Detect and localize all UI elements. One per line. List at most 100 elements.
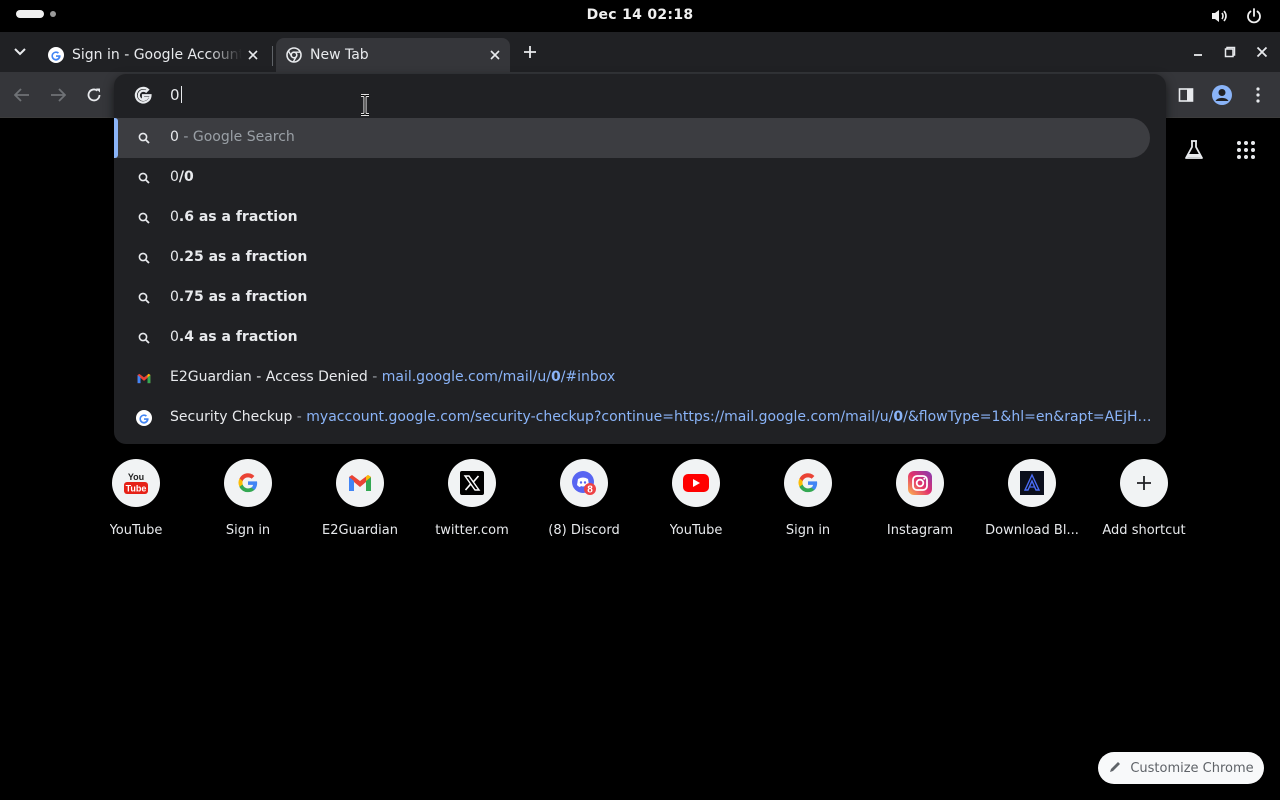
customize-chrome-label: Customize Chrome <box>1130 760 1254 776</box>
customize-chrome-button[interactable]: Customize Chrome <box>1098 752 1264 784</box>
tab-title: Sign in - Google Accounts <box>72 47 242 63</box>
tab-sign-in[interactable]: Sign in - Google Accounts <box>38 38 268 72</box>
omnibox-suggestion[interactable]: 0.25 as a fraction <box>114 238 1150 278</box>
omnibox-suggestion[interactable]: 0/0 <box>114 158 1150 198</box>
shortcut-youtube[interactable]: You Tube YouTube <box>80 456 192 538</box>
suggestion-separator: - <box>367 369 382 385</box>
omnibox-text[interactable]: 0 <box>170 86 180 104</box>
google-g-icon <box>784 459 832 507</box>
suggestion-typed: 0 <box>170 289 179 305</box>
gmail-icon <box>336 459 384 507</box>
text-caret <box>180 86 182 103</box>
volume-icon[interactable] <box>1210 6 1230 26</box>
suggestion-typed: 0 <box>170 169 179 185</box>
notification-badge: 8 <box>587 485 593 496</box>
tab-strip: Sign in - Google Accounts New Tab <box>0 32 1280 72</box>
omnibox-popup: 0 0 - Google Search 0/0 0.6 as a fractio… <box>114 74 1166 444</box>
download-app-icon <box>1008 459 1056 507</box>
x-icon <box>448 459 496 507</box>
power-icon[interactable] <box>1244 6 1264 26</box>
discord-icon: 8 <box>560 459 608 507</box>
close-tab-icon[interactable] <box>486 46 504 64</box>
omnibox-suggestion[interactable]: 0.6 as a fraction <box>114 198 1150 238</box>
shortcut-sign-in[interactable]: Sign in <box>192 456 304 538</box>
forward-icon[interactable] <box>46 83 70 107</box>
add-shortcut-button[interactable]: Add shortcut <box>1088 456 1200 538</box>
shortcut-download[interactable]: Download Bl... <box>976 456 1088 538</box>
google-g-icon <box>48 47 64 63</box>
google-g-icon <box>134 86 152 104</box>
profile-avatar-icon[interactable] <box>1210 82 1234 108</box>
kebab-menu-icon[interactable] <box>1246 82 1270 108</box>
shortcut-instagram[interactable]: Instagram <box>864 456 976 538</box>
reload-icon[interactable] <box>82 83 106 107</box>
search-icon <box>136 210 152 226</box>
shortcut-label: Instagram <box>886 523 954 538</box>
tab-title: New Tab <box>310 47 369 63</box>
omnibox-suggestion[interactable]: 0 - Google Search <box>114 118 1150 158</box>
suggestion-query: 0 <box>170 129 179 145</box>
suggestion-separator: - <box>292 409 307 425</box>
suggestion-typed: 0 <box>170 209 179 225</box>
shortcut-twitter[interactable]: twitter.com <box>416 456 528 538</box>
gmail-icon <box>136 370 152 386</box>
plus-icon <box>524 46 536 58</box>
omnibox-suggestion[interactable]: 0.75 as a fraction <box>114 278 1150 318</box>
shortcut-label: Sign in <box>225 523 271 538</box>
side-panel-icon[interactable] <box>1174 82 1198 108</box>
youtube-classic-icon: You Tube <box>112 459 160 507</box>
suggestion-completion: /0 <box>178 169 194 185</box>
minimize-icon[interactable] <box>1188 40 1208 64</box>
close-tab-icon[interactable] <box>244 46 262 64</box>
pencil-icon <box>1108 759 1122 778</box>
shortcut-discord[interactable]: 8 (8) Discord <box>528 456 640 538</box>
search-icon <box>136 130 152 146</box>
chevron-down-icon <box>14 48 26 56</box>
tab-separator <box>272 46 273 66</box>
system-clock[interactable]: Dec 14 02:18 <box>0 7 1280 23</box>
suggestion-url: myaccount.google.com/security-checkup?co… <box>306 409 1156 425</box>
suggestion-title: E2Guardian - Access Denied <box>170 369 368 385</box>
shortcut-youtube-2[interactable]: YouTube <box>640 456 752 538</box>
shortcut-label: twitter.com <box>435 523 509 538</box>
suggestion-source: Google Search <box>192 129 295 145</box>
svg-text:Tube: Tube <box>126 484 147 494</box>
tab-search-button[interactable] <box>10 40 30 64</box>
suggestion-typed: 0 <box>170 249 179 265</box>
new-tab-button[interactable] <box>520 42 540 62</box>
omnibox-suggestion[interactable]: 0.4 as a fraction <box>114 318 1150 358</box>
plus-icon <box>1120 459 1168 507</box>
back-icon[interactable] <box>10 83 34 107</box>
labs-flask-icon[interactable] <box>1180 136 1208 164</box>
search-icon <box>136 330 152 346</box>
omnibox-input[interactable]: 0 <box>114 74 1166 116</box>
google-apps-icon[interactable] <box>1232 136 1260 164</box>
restore-icon[interactable] <box>1220 40 1240 64</box>
search-icon <box>136 250 152 266</box>
svg-text:You: You <box>128 472 144 482</box>
shortcut-sign-in-2[interactable]: Sign in <box>752 456 864 538</box>
omnibox-suggestion-history[interactable]: E2Guardian - Access Denied - mail.google… <box>114 358 1150 398</box>
close-window-icon[interactable] <box>1252 40 1272 64</box>
youtube-icon <box>672 459 720 507</box>
system-top-bar: Dec 14 02:18 <box>0 0 1280 32</box>
suggestion-completion: .4 as a fraction <box>178 329 298 345</box>
shortcut-label: Sign in <box>785 523 831 538</box>
instagram-icon <box>896 459 944 507</box>
omnibox-suggestion-history[interactable]: Security Checkup - myaccount.google.com/… <box>114 398 1156 438</box>
search-icon <box>136 290 152 306</box>
shortcut-label: Add shortcut <box>1102 523 1186 538</box>
shortcut-label: (8) Discord <box>548 523 620 538</box>
shortcut-e2guardian[interactable]: E2Guardian <box>304 456 416 538</box>
ibeam-cursor-icon <box>358 94 372 116</box>
shortcut-label: YouTube <box>109 523 163 538</box>
suggestion-completion: .6 as a fraction <box>178 209 298 225</box>
shortcut-label: E2Guardian <box>322 523 398 538</box>
suggestion-title: Security Checkup <box>170 409 293 425</box>
shortcut-tiles: You Tube YouTube Sign in E2Guardian twitt… <box>80 456 1200 538</box>
tab-new-tab[interactable]: New Tab <box>276 38 510 72</box>
suggestion-typed: 0 <box>170 329 179 345</box>
search-icon <box>136 170 152 186</box>
google-g-icon <box>136 410 152 426</box>
chrome-icon <box>286 47 302 63</box>
